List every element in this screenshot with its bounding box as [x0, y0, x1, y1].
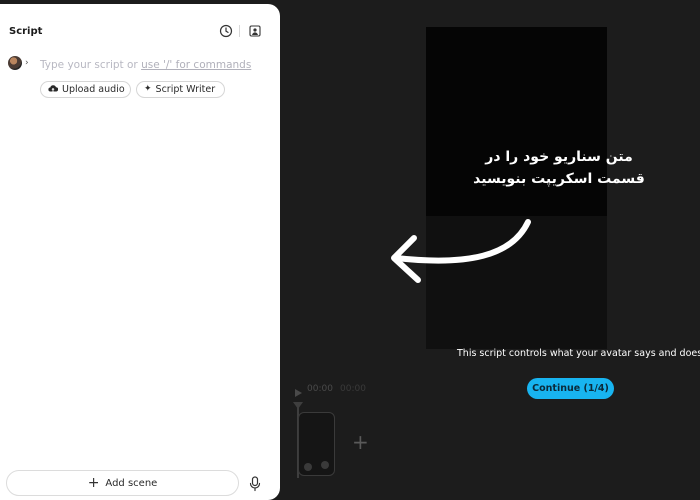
script-panel: Script › Type your script or use '/' for… — [0, 4, 280, 500]
sparkle-icon: ✦ — [144, 84, 152, 94]
add-scene-label: Add scene — [105, 477, 158, 489]
upload-audio-button[interactable]: Upload audio — [40, 81, 131, 98]
script-input-placeholder: Type your script or — [40, 59, 142, 71]
avatar-library-icon[interactable] — [248, 24, 262, 38]
script-writer-button[interactable]: ✦ Script Writer — [136, 81, 225, 98]
play-icon[interactable] — [294, 383, 303, 402]
onboarding-description: This script controls what your avatar sa… — [457, 348, 700, 359]
add-scene-button[interactable]: + Add scene — [6, 470, 239, 496]
timeline-current-time: 00:00 — [307, 384, 333, 394]
avatar[interactable] — [8, 56, 22, 70]
upload-cloud-icon — [48, 84, 59, 96]
scene-thumb-marker — [304, 463, 312, 471]
onboarding-tip-line2: قسمت اسکریپت بنویسید — [473, 171, 645, 187]
chevron-right-icon[interactable]: › — [25, 58, 29, 68]
commands-hint: use '/' for commands — [141, 59, 252, 71]
pointer-arrow-icon — [391, 219, 531, 283]
continue-button[interactable]: Continue (1/4) — [527, 378, 614, 399]
scene-thumbnail[interactable] — [298, 412, 335, 476]
history-icon[interactable] — [219, 24, 233, 38]
onboarding-tip-line1: متن سناریو خود را در — [485, 149, 633, 165]
microphone-icon[interactable] — [249, 476, 261, 492]
panel-title: Script — [9, 26, 43, 37]
header-divider — [239, 25, 240, 37]
plus-icon: + — [87, 475, 100, 491]
scene-thumb-marker — [321, 461, 329, 469]
upload-audio-label: Upload audio — [62, 84, 125, 95]
onboarding-tip: متن سناریو خود را در قسمت اسکریپت بنویسی… — [452, 146, 666, 190]
script-writer-label: Script Writer — [155, 84, 216, 95]
script-input[interactable]: Type your script or use '/' for commands — [40, 59, 265, 75]
timeline-duration: 00:00 — [340, 384, 366, 394]
add-scene-timeline-button[interactable]: + — [352, 432, 369, 452]
